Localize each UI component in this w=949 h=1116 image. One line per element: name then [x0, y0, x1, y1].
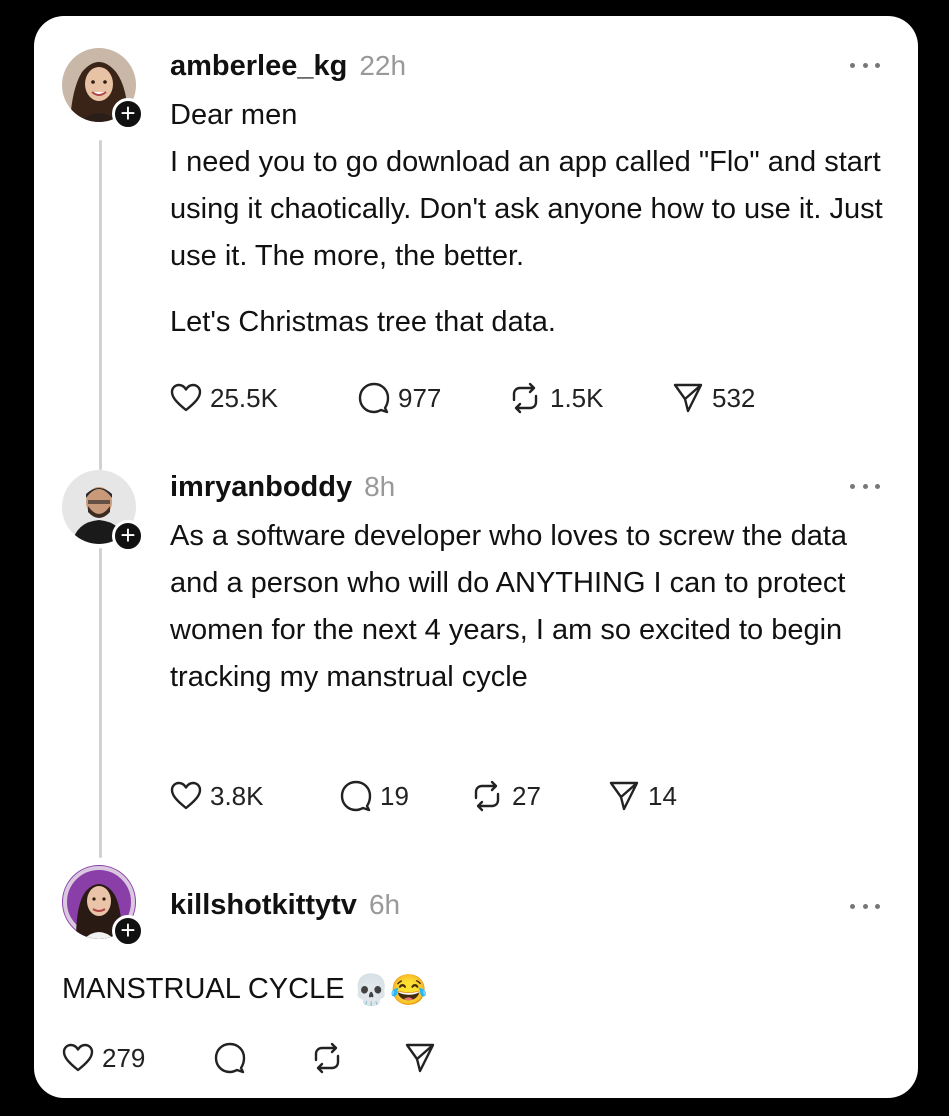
like-count: 25.5K: [210, 382, 278, 413]
like-button[interactable]: 25.5K: [170, 383, 358, 414]
heart-icon: [170, 781, 202, 810]
send-icon: [405, 1043, 435, 1073]
post-text: MANSTRUAL CYCLE 💀😂: [62, 966, 862, 1014]
thread-card: + amberlee_kg 22h Dear men I need you to…: [34, 16, 918, 1098]
action-bar: 25.5K 977 1.5K 532: [170, 382, 755, 414]
plus-icon: +: [120, 915, 136, 945]
thread-line: [99, 548, 102, 858]
share-button[interactable]: 532: [672, 382, 755, 414]
avatar[interactable]: +: [62, 865, 144, 947]
username[interactable]: amberlee_kg: [170, 50, 347, 83]
share-count: 14: [648, 780, 677, 811]
send-icon: [673, 383, 703, 413]
follow-button[interactable]: +: [112, 98, 144, 130]
timestamp: 8h: [364, 471, 396, 502]
plus-icon: +: [120, 520, 136, 550]
username[interactable]: imryanboddy: [170, 471, 352, 504]
repost-button[interactable]: [310, 1042, 404, 1074]
reply-button[interactable]: 19: [340, 780, 470, 812]
action-bar: 279: [62, 1042, 436, 1074]
post-body: As a software developer who loves to scr…: [170, 520, 848, 693]
heart-icon: [62, 1043, 94, 1072]
follow-button[interactable]: +: [112, 915, 144, 947]
post-header: killshotkittytv 6h: [170, 889, 400, 922]
action-bar: 3.8K 19 27 14: [170, 780, 677, 812]
post-greeting: Dear men: [170, 99, 298, 131]
timestamp: 22h: [359, 50, 407, 81]
post-header: imryanboddy 8h: [170, 471, 395, 504]
more-icon[interactable]: [850, 479, 880, 493]
heart-icon: [170, 383, 202, 412]
repost-icon: [474, 780, 500, 812]
reply-count: 977: [398, 382, 442, 413]
comment-icon: [340, 780, 372, 812]
comment-icon: [358, 382, 390, 414]
post-text: Dear men I need you to go download an ap…: [170, 92, 900, 346]
share-button[interactable]: 14: [608, 780, 677, 812]
more-icon[interactable]: [850, 58, 880, 72]
reply-count: 19: [380, 780, 409, 811]
repost-count: 27: [512, 780, 541, 811]
thread-line: [99, 140, 102, 470]
share-button[interactable]: [404, 1042, 436, 1074]
emoji-skull-laugh: 💀😂: [352, 973, 428, 1007]
repost-icon: [512, 382, 538, 414]
repost-icon: [314, 1042, 340, 1074]
follow-button[interactable]: +: [112, 520, 144, 552]
post-body: MANSTRUAL CYCLE: [62, 973, 345, 1005]
post-body: I need you to go download an app called …: [170, 146, 883, 272]
like-button[interactable]: 279: [62, 1043, 214, 1074]
like-count: 279: [102, 1042, 146, 1073]
like-button[interactable]: 3.8K: [170, 781, 340, 812]
timestamp: 6h: [368, 889, 401, 920]
repost-count: 1.5K: [550, 382, 604, 413]
post-closing: Let's Christmas tree that data.: [170, 306, 556, 338]
repost-button[interactable]: 27: [470, 780, 608, 812]
reply-button[interactable]: [214, 1042, 310, 1074]
comment-icon: [214, 1042, 246, 1074]
username[interactable]: killshotkittytv: [170, 889, 357, 922]
more-icon[interactable]: [850, 899, 880, 913]
post-text: As a software developer who loves to scr…: [170, 513, 900, 701]
reply-button[interactable]: 977: [358, 382, 508, 414]
avatar[interactable]: +: [62, 470, 144, 552]
send-icon: [609, 781, 639, 811]
repost-button[interactable]: 1.5K: [508, 382, 672, 414]
plus-icon: +: [120, 98, 136, 128]
post-header: amberlee_kg 22h: [170, 50, 406, 83]
like-count: 3.8K: [210, 780, 264, 811]
avatar[interactable]: +: [62, 48, 144, 130]
share-count: 532: [712, 382, 756, 413]
